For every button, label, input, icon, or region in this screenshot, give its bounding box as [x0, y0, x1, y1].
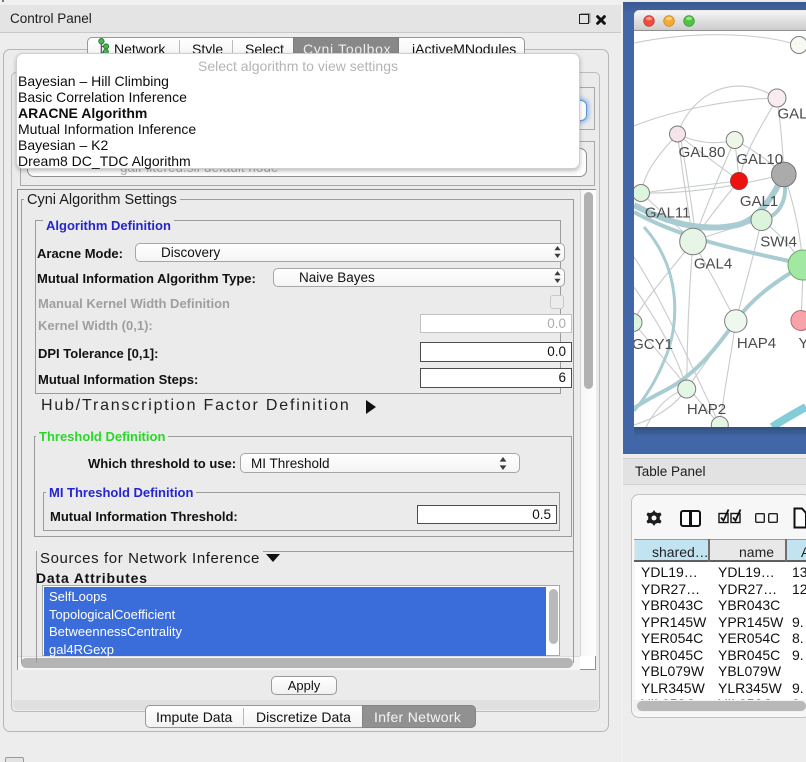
svg-text:HAP2: HAP2 — [687, 401, 726, 418]
svg-text:GAL80: GAL80 — [679, 144, 726, 161]
svg-text:GAL1: GAL1 — [740, 193, 778, 210]
svg-text:GAL11: GAL11 — [645, 205, 691, 222]
svg-text:GCY1: GCY1 — [634, 336, 673, 353]
svg-text:GAL10: GAL10 — [736, 151, 783, 168]
svg-text:GAL4: GAL4 — [694, 256, 732, 273]
svg-text:HAP4: HAP4 — [737, 335, 776, 352]
svg-text:SWI4: SWI4 — [760, 234, 797, 251]
svg-text:GAL2: GAL2 — [778, 106, 806, 123]
svg-text:Y: Y — [799, 335, 806, 352]
